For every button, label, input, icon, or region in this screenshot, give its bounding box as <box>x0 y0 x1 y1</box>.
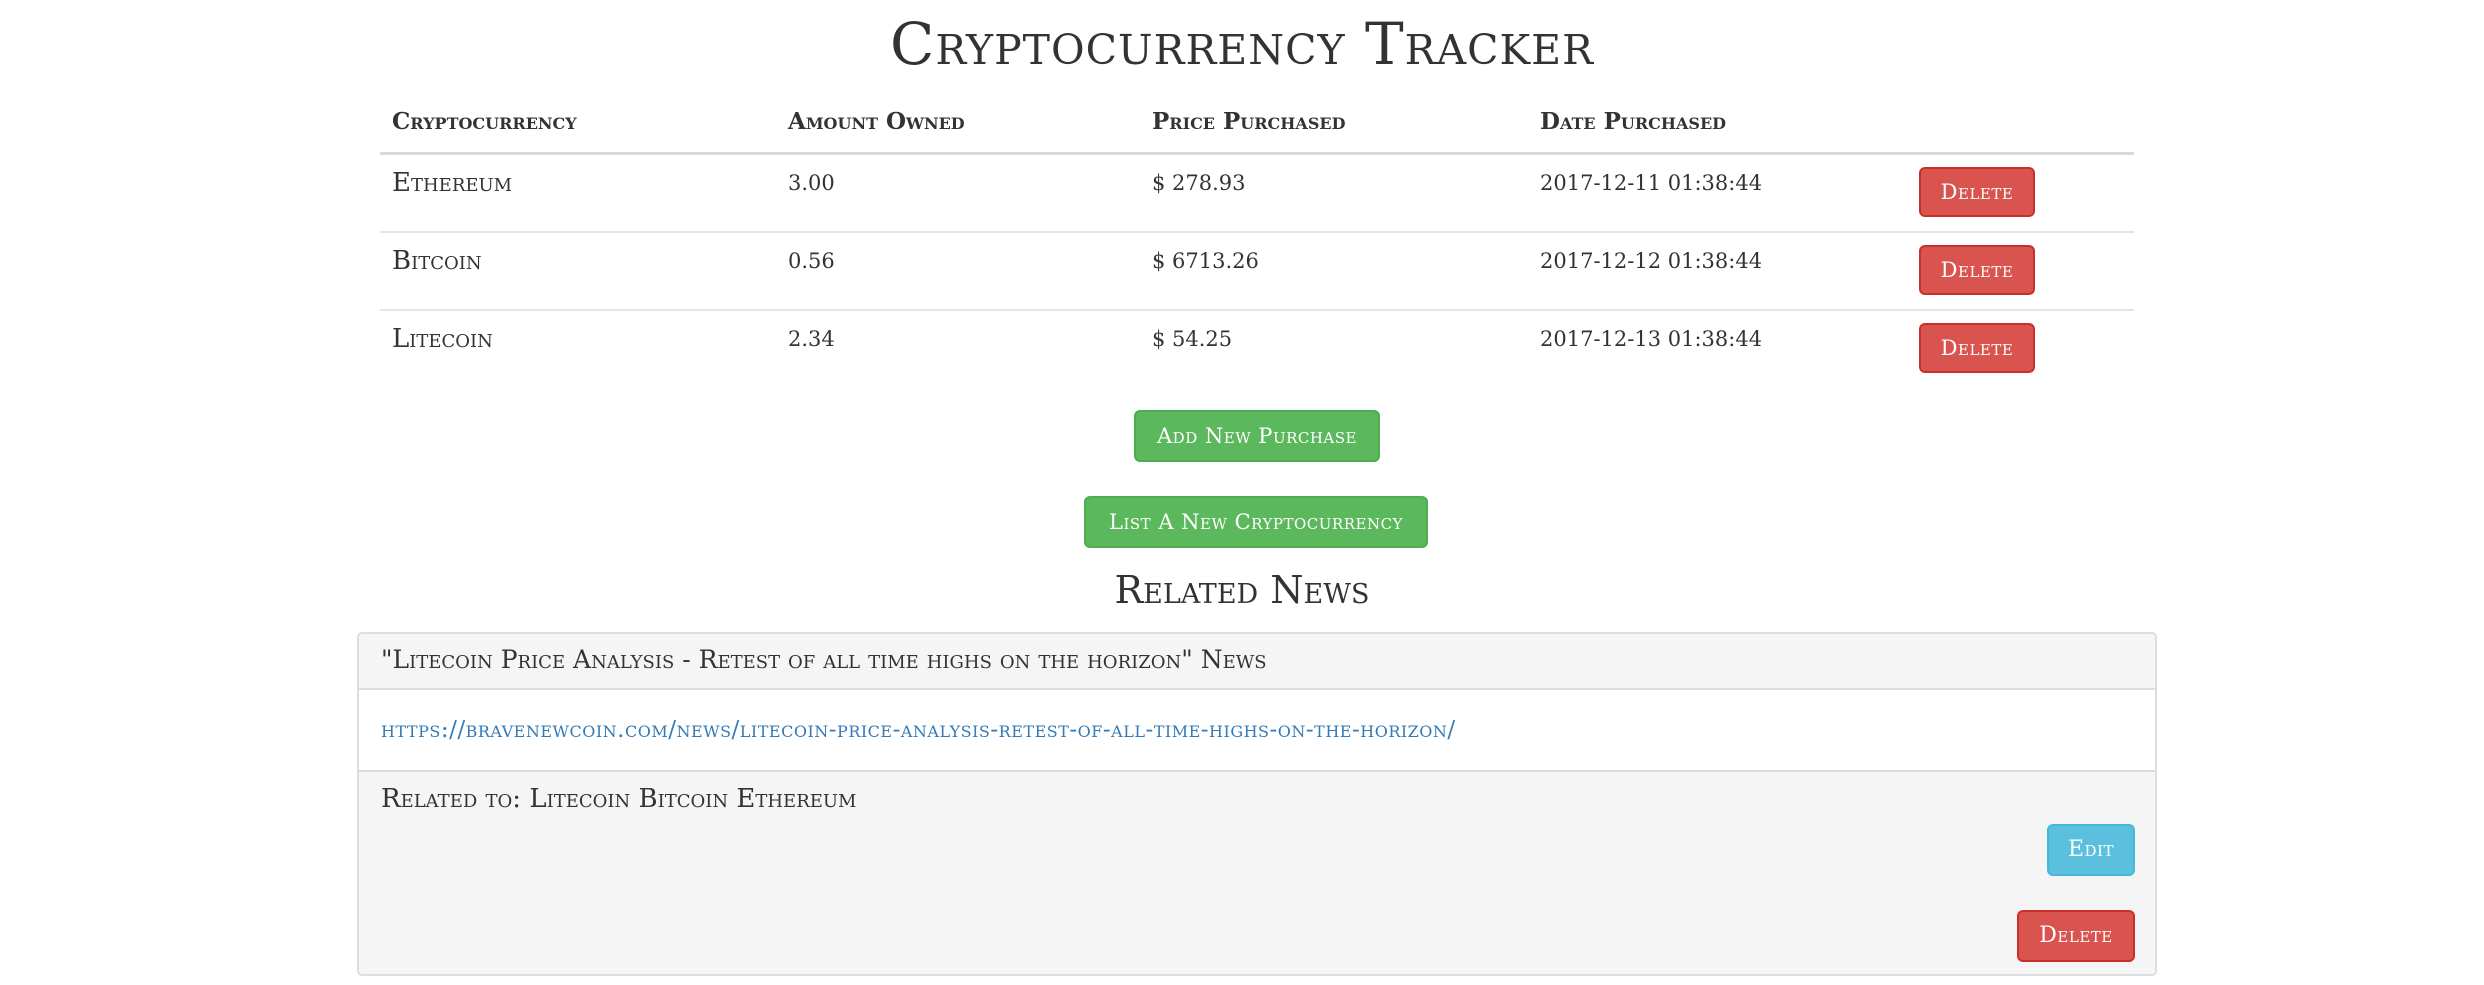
table-header-row: Cryptocurrency Amount Owned Price Purcha… <box>380 96 2134 155</box>
delete-purchase-button[interactable]: Delete <box>1919 167 2035 217</box>
date-purchased: 2017-12-12 01:38:44 <box>1540 249 1763 273</box>
add-new-purchase-button[interactable]: Add New Purchase <box>1134 410 1380 462</box>
page-title: Cryptocurrency Tracker <box>890 10 1594 78</box>
price-purchased: $ 278.93 <box>1152 171 1246 195</box>
table-row: Ethereum 3.00 $ 278.93 2017-12-11 01:38:… <box>380 155 2134 233</box>
delete-purchase-button[interactable]: Delete <box>1919 323 2035 373</box>
delete-purchase-button[interactable]: Delete <box>1919 245 2035 295</box>
table-row: Bitcoin 0.56 $ 6713.26 2017-12-12 01:38:… <box>380 233 2134 311</box>
crypto-name: Ethereum <box>392 168 513 198</box>
news-panel: "Litecoin Price Analysis - Retest of all… <box>357 632 2157 976</box>
purchases-table: Cryptocurrency Amount Owned Price Purcha… <box>380 96 2134 387</box>
amount-owned: 2.34 <box>788 327 835 351</box>
news-footer: Related to: Litecoin Bitcoin Ethereum Ed… <box>359 772 2155 974</box>
amount-owned: 3.00 <box>788 171 835 195</box>
amount-owned: 0.56 <box>788 249 835 273</box>
date-purchased: 2017-12-11 01:38:44 <box>1540 171 1763 195</box>
column-header-cryptocurrency: Cryptocurrency <box>392 108 577 135</box>
price-purchased: $ 6713.26 <box>1152 249 1259 273</box>
news-title: "Litecoin Price Analysis - Retest of all… <box>359 634 2155 690</box>
date-purchased: 2017-12-13 01:38:44 <box>1540 327 1763 351</box>
list-new-cryptocurrency-button[interactable]: List A New Cryptocurrency <box>1084 496 1428 548</box>
news-body: https://bravenewcoin.com/news/litecoin-p… <box>359 690 2155 772</box>
edit-news-button[interactable]: Edit <box>2047 824 2135 876</box>
crypto-name: Bitcoin <box>392 246 482 276</box>
column-header-date-purchased: Date Purchased <box>1540 108 1727 135</box>
delete-news-button[interactable]: Delete <box>2017 910 2135 962</box>
related-to-text: Related to: Litecoin Bitcoin Ethereum <box>381 784 857 814</box>
page: Cryptocurrency Tracker Cryptocurrency Am… <box>0 0 2484 985</box>
news-link[interactable]: https://bravenewcoin.com/news/litecoin-p… <box>381 717 1456 743</box>
column-header-price-purchased: Price Purchased <box>1152 108 1346 135</box>
price-purchased: $ 54.25 <box>1152 327 1233 351</box>
related-news-heading: Related News <box>1114 568 1370 612</box>
column-header-amount-owned: Amount Owned <box>788 108 965 135</box>
crypto-name: Litecoin <box>392 324 493 354</box>
table-row: Litecoin 2.34 $ 54.25 2017-12-13 01:38:4… <box>380 311 2134 387</box>
